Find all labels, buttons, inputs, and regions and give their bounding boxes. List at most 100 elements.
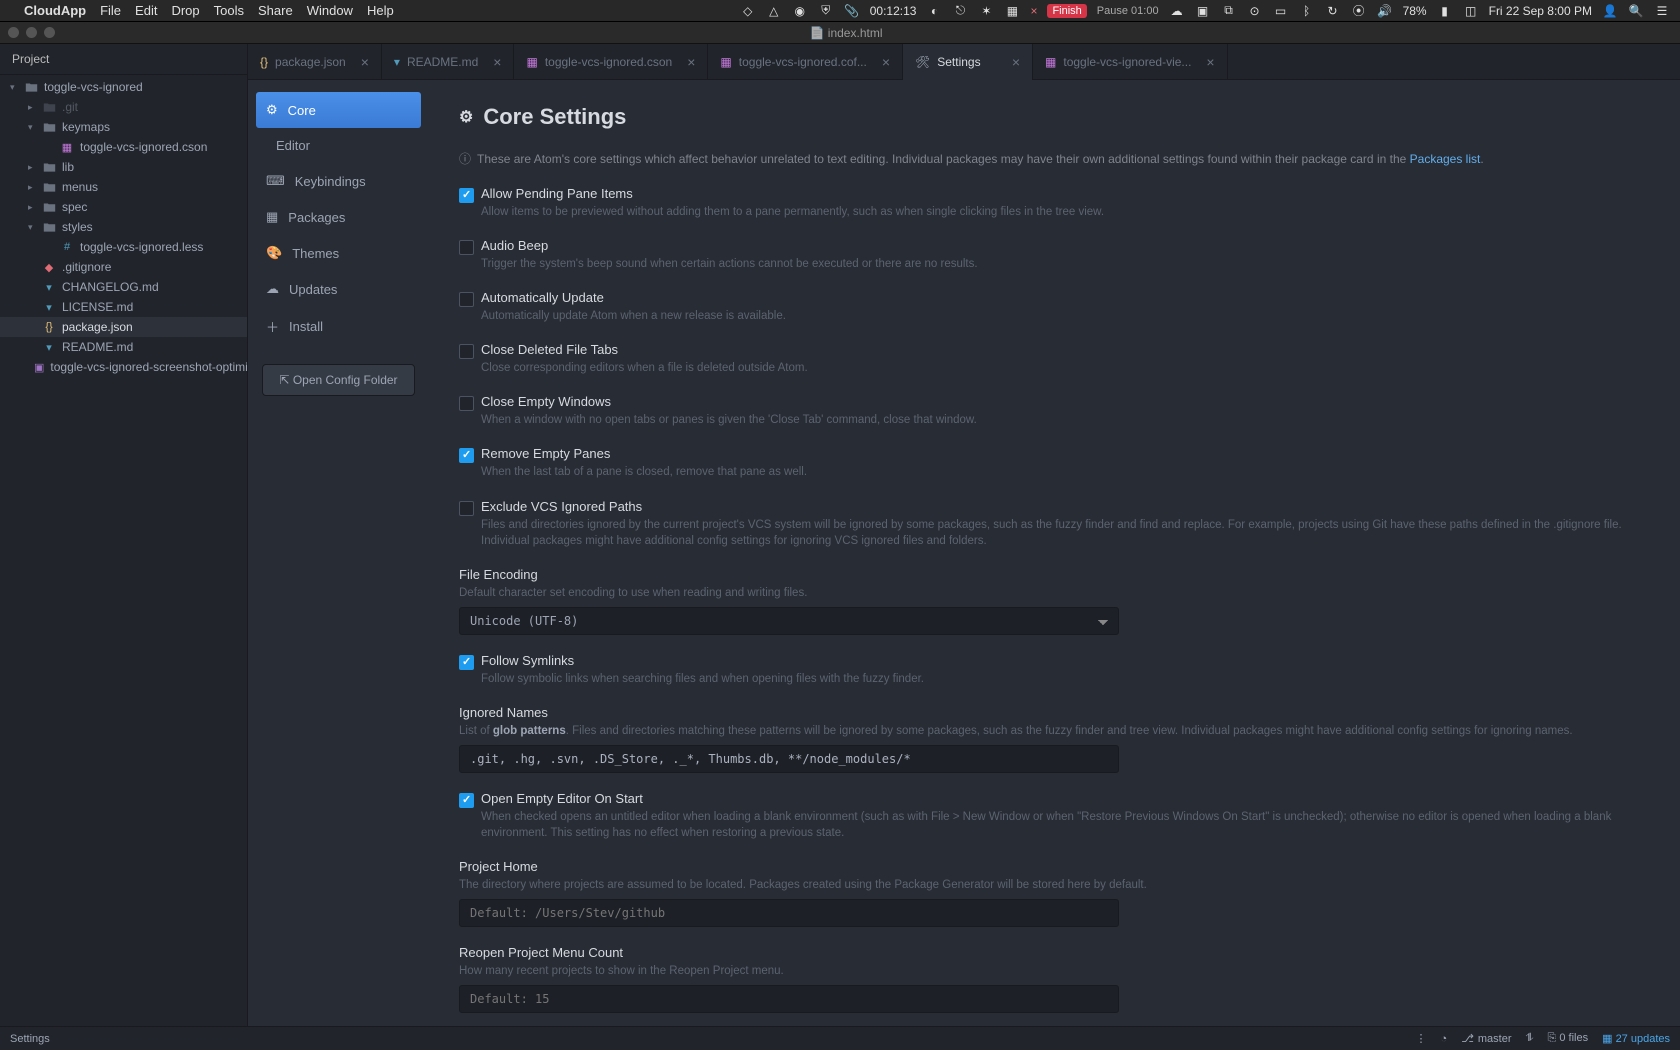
setting-projectHome: Project HomeThe directory where projects… (459, 859, 1650, 927)
tab[interactable]: ▦toggle-vcs-ignored.cson× (514, 44, 708, 80)
settings-intro: ⓘ These are Atom's core settings which a… (459, 150, 1650, 168)
tree-file[interactable]: ▾CHANGELOG.md (0, 277, 247, 297)
tab[interactable]: 🛠Settings× (903, 44, 1033, 80)
menu-window[interactable]: Window (307, 3, 353, 18)
close-icon[interactable]: × (1198, 54, 1214, 70)
traffic-close[interactable] (8, 27, 19, 38)
close-icon[interactable]: × (353, 54, 369, 70)
tab[interactable]: ▾README.md× (382, 44, 515, 80)
nav-updates[interactable]: ☁Updates (248, 271, 429, 307)
control-icon[interactable]: ◫ (1463, 3, 1479, 19)
tree-folder[interactable]: ▸menus (0, 177, 247, 197)
dropbox-icon[interactable]: ◇ (740, 3, 756, 19)
tray-icon[interactable]: ⊙ (1247, 3, 1263, 19)
traffic-zoom[interactable] (44, 27, 55, 38)
git-sync-icon[interactable]: ⥮ (1526, 1032, 1534, 1045)
tree-folder[interactable]: ▾keymaps (0, 117, 247, 137)
checkbox[interactable] (459, 655, 474, 670)
menu-tools[interactable]: Tools (214, 3, 244, 18)
display-icon[interactable]: ▭ (1273, 3, 1289, 19)
tree-file[interactable]: ▾LICENSE.md (0, 297, 247, 317)
checkbox[interactable] (459, 188, 474, 203)
tray-timer[interactable]: 00:12:13 (870, 4, 917, 18)
tree-folder[interactable]: ▸spec (0, 197, 247, 217)
tray-icon[interactable]: ◉ (792, 3, 808, 19)
tab[interactable]: {}package.json× (248, 44, 382, 80)
tray-icon[interactable]: ◐ (926, 3, 942, 19)
nav-themes[interactable]: 🎨Themes (248, 235, 429, 271)
tab[interactable]: ▦toggle-vcs-ignored.cof...× (708, 44, 903, 80)
volume-icon[interactable]: 🔊 (1377, 3, 1393, 19)
gdrive-icon[interactable]: △ (766, 3, 782, 19)
tree-file[interactable]: ◆.gitignore (0, 257, 247, 277)
clip-icon[interactable]: 📎 (844, 3, 860, 19)
tree-file[interactable]: ▦toggle-vcs-ignored.cson (0, 137, 247, 157)
wifi-icon[interactable]: ⦿ (1351, 3, 1367, 19)
close-icon[interactable]: × (874, 54, 890, 70)
tree-file[interactable]: #toggle-vcs-ignored.less (0, 237, 247, 257)
text-input[interactable] (459, 985, 1119, 1013)
tree-root-item[interactable]: ▾toggle-vcs-ignored (0, 77, 247, 97)
tray-icon[interactable]: ▣ (1195, 3, 1211, 19)
menu-edit[interactable]: Edit (135, 3, 157, 18)
close-icon[interactable]: × (485, 54, 501, 70)
timemachine-icon[interactable]: ↻ (1325, 3, 1341, 19)
shield-icon[interactable]: ⛨ (818, 3, 834, 19)
spotlight-icon[interactable]: 🔍 (1628, 3, 1644, 19)
updates-button[interactable]: ▦ 27 updates (1602, 1032, 1670, 1045)
close-icon[interactable]: × (1004, 54, 1020, 70)
menu-file[interactable]: File (100, 3, 121, 18)
tray-icon[interactable]: ⎋ (952, 3, 968, 19)
tab-label: Settings (937, 55, 980, 69)
tree-file[interactable]: ▣toggle-vcs-ignored-screenshot-optimized… (0, 357, 247, 377)
nav-packages[interactable]: ▦Packages (248, 199, 429, 235)
checkbox[interactable] (459, 793, 474, 808)
close-icon[interactable]: × (679, 54, 695, 70)
finish-button[interactable]: Finish (1047, 4, 1086, 18)
menu-share[interactable]: Share (258, 3, 293, 18)
git-files[interactable]: ⎘ 0 files (1548, 1032, 1589, 1045)
nav-editor[interactable]: Editor (248, 128, 429, 163)
pause-label[interactable]: Pause 01:00 (1097, 5, 1159, 17)
checkbox[interactable] (459, 501, 474, 516)
tree-file[interactable]: {}package.json (0, 317, 247, 337)
menu-help[interactable]: Help (367, 3, 394, 18)
checkbox[interactable] (459, 292, 474, 307)
app-name[interactable]: CloudApp (24, 3, 86, 18)
tray-icon[interactable]: ▦ (1004, 3, 1020, 19)
clock[interactable]: Fri 22 Sep 8:00 PM (1489, 4, 1592, 18)
checkbox[interactable] (459, 240, 474, 255)
nav-label: Editor (276, 138, 310, 153)
checkbox[interactable] (459, 396, 474, 411)
evernote-icon[interactable]: ✶ (978, 3, 994, 19)
tab-label: toggle-vcs-ignored.cson (545, 55, 672, 69)
select-input[interactable]: Unicode (UTF-8) (459, 607, 1119, 635)
setting-title: File Encoding (459, 567, 1650, 582)
notification-icon[interactable]: ☰ (1654, 3, 1670, 19)
status-icon[interactable]: ◔ (1441, 1033, 1448, 1045)
tree-folder[interactable]: ▸.git (0, 97, 247, 117)
nav-install[interactable]: ＋Install (248, 307, 429, 346)
checkbox[interactable] (459, 344, 474, 359)
bluetooth-icon[interactable]: ᛒ (1299, 3, 1315, 19)
battery-percent[interactable]: 78% (1403, 4, 1427, 18)
menu-drop[interactable]: Drop (171, 3, 199, 18)
tray-icon[interactable]: ⧉ (1221, 3, 1237, 19)
traffic-minimize[interactable] (26, 27, 37, 38)
nav-core[interactable]: ⚙Core (256, 92, 421, 128)
user-icon[interactable]: 👤 (1602, 3, 1618, 19)
close-icon[interactable]: × (1030, 4, 1037, 18)
git-branch[interactable]: ⎇master (1461, 1032, 1511, 1045)
cloud-icon[interactable]: ☁ (1169, 3, 1185, 19)
packages-list-link[interactable]: Packages list (1410, 152, 1481, 166)
tree-folder[interactable]: ▸lib (0, 157, 247, 177)
text-input[interactable] (459, 899, 1119, 927)
tree-file[interactable]: ▾README.md (0, 337, 247, 357)
text-input[interactable] (459, 745, 1119, 773)
tab[interactable]: ▦toggle-vcs-ignored-vie...× (1033, 44, 1228, 80)
nav-keybindings[interactable]: ⌨Keybindings (248, 163, 429, 199)
battery-icon[interactable]: ▮ (1437, 3, 1453, 19)
tree-folder[interactable]: ▾styles (0, 217, 247, 237)
checkbox[interactable] (459, 448, 474, 463)
open-config-button[interactable]: ⇱ Open Config Folder (262, 364, 415, 396)
